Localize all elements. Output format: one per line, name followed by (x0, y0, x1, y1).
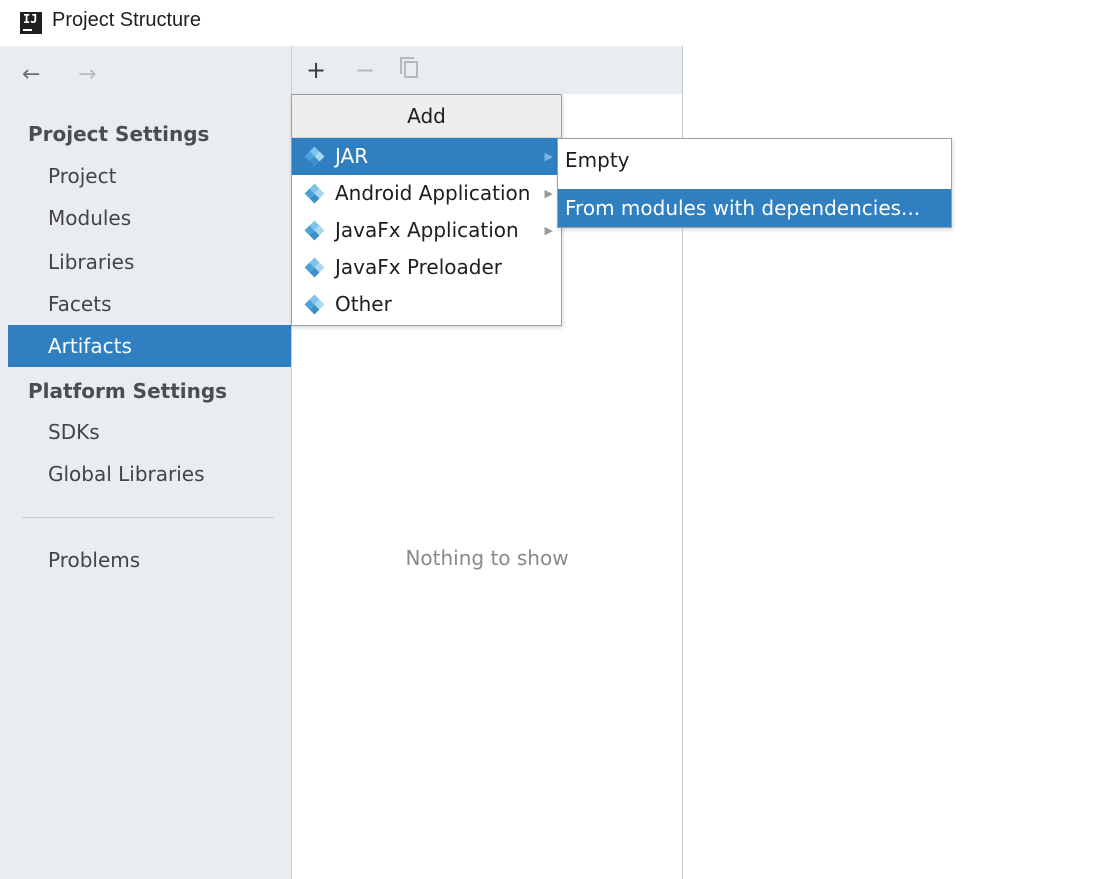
submenu-arrow-icon: ▶ (544, 224, 553, 237)
artifact-diamond-icon (304, 294, 325, 315)
artifact-diamond-icon (304, 220, 325, 241)
submenu-item-from-modules[interactable]: From modules with dependencies... (558, 189, 951, 227)
empty-state-text: Nothing to show (405, 546, 569, 570)
add-artifact-menu: Add JAR ▶ Android Application ▶ JavaFx A… (291, 94, 562, 326)
sidebar-item-modules[interactable]: Modules (8, 197, 291, 239)
menu-item-label: Android Application (335, 181, 531, 205)
window-title: Project Structure (52, 9, 201, 31)
sidebar-item-global-libraries[interactable]: Global Libraries (8, 453, 291, 495)
copy-icon[interactable] (400, 57, 418, 78)
sidebar-item-sdks[interactable]: SDKs (8, 411, 291, 453)
menu-item-label: JavaFx Application (335, 218, 519, 242)
back-arrow-icon[interactable]: ← (22, 62, 40, 88)
sidebar-item-artifacts[interactable]: Artifacts (8, 325, 291, 367)
add-icon[interactable]: + (306, 56, 326, 84)
menu-item-label: Other (335, 292, 392, 316)
artifacts-toolbar: + − (292, 46, 682, 94)
menu-item-label: JAR (335, 144, 369, 168)
section-header-platform-settings: Platform Settings (28, 379, 228, 403)
artifact-diamond-icon (304, 183, 325, 204)
menu-item-javafx-preloader[interactable]: JavaFx Preloader (292, 249, 561, 286)
remove-icon[interactable]: − (355, 56, 375, 84)
sidebar-item-project[interactable]: Project (8, 155, 291, 197)
submenu-arrow-icon: ▶ (544, 187, 553, 200)
settings-sidebar: ← → Project Settings Project Modules Lib… (0, 46, 292, 879)
intellij-logo-icon: IJ (20, 12, 42, 34)
artifact-diamond-icon (304, 257, 325, 278)
sidebar-item-facets[interactable]: Facets (8, 283, 291, 325)
submenu-arrow-icon: ▶ (544, 150, 553, 163)
sidebar-item-libraries[interactable]: Libraries (8, 241, 291, 283)
section-header-project-settings: Project Settings (28, 122, 210, 146)
menu-item-other[interactable]: Other (292, 286, 561, 323)
jar-submenu: Empty From modules with dependencies... (557, 138, 952, 228)
sidebar-divider (22, 517, 274, 518)
submenu-item-empty[interactable]: Empty (558, 141, 951, 179)
menu-item-jar[interactable]: JAR ▶ (292, 138, 561, 175)
menu-item-android-application[interactable]: Android Application ▶ (292, 175, 561, 212)
menu-item-label: JavaFx Preloader (335, 255, 503, 279)
title-bar: IJ Project Structure (0, 0, 1110, 46)
forward-arrow-icon[interactable]: → (78, 62, 96, 88)
sidebar-item-problems[interactable]: Problems (8, 539, 291, 581)
add-menu-header: Add (292, 95, 561, 138)
menu-item-javafx-application[interactable]: JavaFx Application ▶ (292, 212, 561, 249)
artifact-diamond-icon (304, 146, 325, 167)
